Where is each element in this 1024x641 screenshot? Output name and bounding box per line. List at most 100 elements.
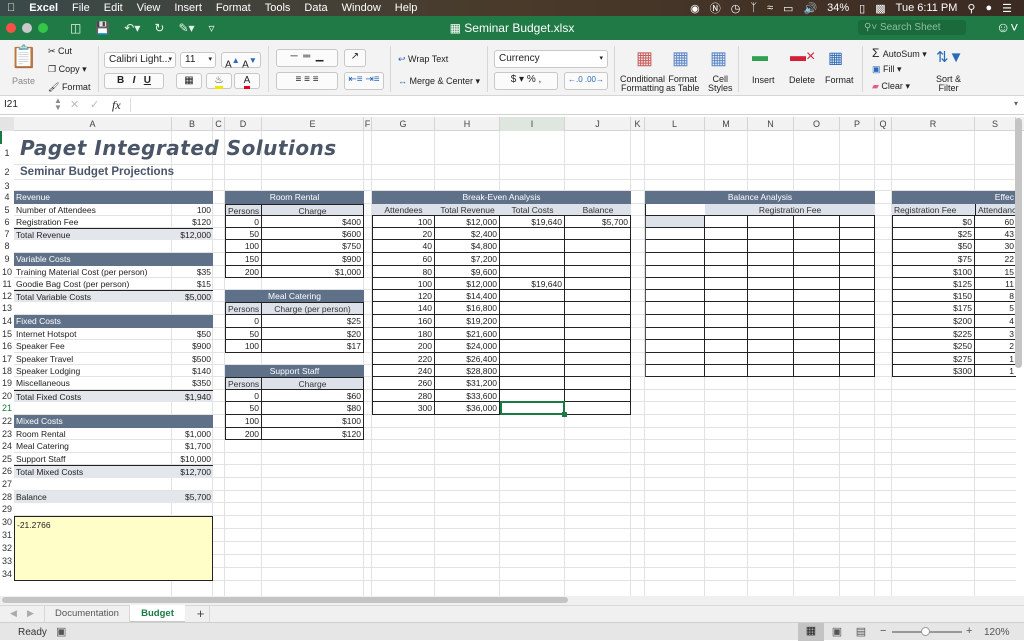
meal_catering-col-charge[interactable]: Charge (per person) — [262, 302, 364, 315]
mixed_costs-label[interactable]: Support Staff — [14, 453, 172, 465]
fixed_costs-label[interactable]: Internet Hotspot — [14, 328, 172, 340]
balance-analysis-cell[interactable] — [645, 240, 705, 253]
support_staff-charge[interactable]: $60 — [262, 390, 364, 402]
expand-formula-bar-icon[interactable]: ▾ — [1014, 99, 1018, 108]
notes-box[interactable]: -21.2766 — [14, 516, 213, 581]
column-header[interactable]: R — [892, 117, 975, 131]
menu-app-excel[interactable]: Excel — [22, 2, 65, 14]
cut-button[interactable]: ✂ Cut — [48, 46, 72, 57]
break-even-cell[interactable] — [565, 228, 631, 240]
redo-icon[interactable]: ↻ — [154, 21, 164, 35]
sort-filter-button[interactable]: Sort & Filter — [936, 75, 961, 93]
room_rental-charge[interactable]: $400 — [262, 216, 364, 228]
column-header[interactable]: G — [372, 117, 435, 131]
column-header[interactable]: N — [748, 117, 794, 131]
break-even-cell[interactable] — [565, 240, 631, 253]
support_staff-charge[interactable]: $100 — [262, 415, 364, 428]
sheet-subtitle[interactable]: Seminar Budget Projections — [14, 165, 225, 180]
meal_catering-persons[interactable]: 50 — [225, 328, 262, 340]
break-even-cell[interactable] — [500, 353, 565, 365]
worksheet-grid[interactable]: Paget Integrated Solutions Seminar Budget… — [0, 131, 1024, 596]
balance-analysis-cell[interactable] — [705, 253, 748, 266]
balance-analysis-cell[interactable] — [748, 240, 794, 253]
cancel-entry-icon[interactable]: ✕ — [70, 98, 79, 111]
zoom-in-button[interactable]: + — [966, 625, 972, 637]
insert-button[interactable]: Insert — [752, 75, 775, 85]
balance-analysis-cell[interactable] — [645, 290, 705, 302]
balance-analysis-cell[interactable] — [748, 315, 794, 328]
break-even-cell[interactable]: $26,400 — [435, 353, 500, 365]
balance-analysis-cell[interactable] — [794, 278, 840, 290]
effect-fee[interactable]: $125 — [892, 278, 975, 290]
effect-fee[interactable]: $0 — [892, 216, 975, 228]
revenue-value[interactable]: $120 — [172, 216, 213, 228]
break-even-cell[interactable] — [500, 228, 565, 240]
format-cells-icon[interactable]: ▦ — [828, 48, 843, 68]
balance-analysis-cell[interactable] — [705, 302, 748, 315]
effect-attendance[interactable]: 1 — [975, 365, 1016, 377]
mixed_costs-label[interactable]: Total Mixed Costs — [14, 465, 172, 478]
balance-analysis-cell[interactable] — [794, 216, 840, 228]
fill-color-button[interactable]: ♨ — [206, 73, 232, 89]
column-header[interactable]: B — [172, 117, 213, 131]
support_staff-col-charge[interactable]: Charge — [262, 377, 364, 390]
column-header[interactable]: M — [705, 117, 748, 131]
zoom-window-button[interactable] — [38, 23, 48, 33]
formula-input[interactable] — [130, 98, 1010, 112]
break-even-cell[interactable] — [500, 365, 565, 377]
balance-analysis-cell[interactable] — [794, 302, 840, 315]
break-even-cell[interactable]: 200 — [372, 340, 435, 353]
effect-attendance[interactable]: 30 — [975, 240, 1016, 253]
balance-analysis-cell[interactable] — [840, 290, 875, 302]
meal_catering-header[interactable]: Meal Catering — [225, 290, 364, 302]
insert-function-button[interactable]: fx — [112, 98, 121, 113]
next-sheet-icon[interactable]: ▶ — [27, 608, 34, 619]
format-painter-button[interactable]: 🖌 Format — [48, 82, 90, 93]
name-box-stepper-icon[interactable]: ▲ ▼ — [54, 97, 62, 112]
macro-record-icon[interactable]: ▣ — [56, 625, 66, 638]
balance-label[interactable]: Balance — [14, 491, 172, 503]
balance-analysis-cell[interactable] — [840, 278, 875, 290]
break-even-cell[interactable]: 120 — [372, 290, 435, 302]
break-even-cell[interactable] — [565, 290, 631, 302]
effect-fee[interactable]: $200 — [892, 315, 975, 328]
break-even-cell[interactable] — [500, 340, 565, 353]
save-icon[interactable]: 💾 — [95, 21, 110, 35]
format-button[interactable]: Format — [825, 75, 854, 85]
break-even-cell[interactable]: $7,200 — [435, 253, 500, 266]
column-header[interactable]: E — [262, 117, 364, 131]
break-even-col-header[interactable]: Total Revenue — [435, 204, 500, 216]
room_rental-col-charge[interactable]: Charge — [262, 204, 364, 216]
orientation-button[interactable]: ↗ — [344, 49, 366, 67]
balance-analysis-cell[interactable] — [705, 353, 748, 365]
conditional-formatting-button[interactable]: Conditional Formatting — [620, 75, 665, 93]
break-even-col-header[interactable]: Balance — [565, 204, 631, 216]
fixed_costs-value[interactable]: $1,940 — [172, 390, 213, 402]
select-all-button[interactable] — [0, 117, 14, 131]
mixed_costs-label[interactable]: Room Rental — [14, 428, 172, 440]
support_staff-persons[interactable]: 50 — [225, 402, 262, 415]
break-even-cell[interactable]: 160 — [372, 315, 435, 328]
active-cell-I21[interactable] — [500, 401, 565, 415]
support_staff-persons[interactable]: 100 — [225, 415, 262, 428]
menu-data[interactable]: Data — [297, 2, 334, 14]
effect-attendance[interactable]: 60 — [975, 216, 1016, 228]
break-even-cell[interactable]: $2,400 — [435, 228, 500, 240]
balance-analysis-cell[interactable] — [748, 328, 794, 340]
menu-edit[interactable]: Edit — [97, 2, 130, 14]
name-box[interactable]: I21 — [4, 99, 18, 110]
column-header[interactable]: H — [435, 117, 500, 131]
balance-analysis-cell[interactable] — [748, 253, 794, 266]
variable_costs-value[interactable]: $15 — [172, 278, 213, 290]
sidebar-toggle-icon[interactable]: ◫ — [70, 21, 81, 35]
effect-fee[interactable]: $100 — [892, 266, 975, 278]
paste-button[interactable]: Paste — [12, 76, 35, 86]
balance-analysis-cell[interactable] — [645, 315, 705, 328]
comma-style-button[interactable]: , — [539, 74, 542, 85]
break-even-cell[interactable]: $19,200 — [435, 315, 500, 328]
fixed_costs-value[interactable]: $140 — [172, 365, 213, 377]
balance-analysis-cell[interactable] — [840, 240, 875, 253]
support_staff-persons[interactable]: 200 — [225, 428, 262, 440]
page-break-view-button[interactable]: ▤ — [852, 625, 870, 638]
vertical-scrollbar[interactable] — [1015, 118, 1022, 368]
